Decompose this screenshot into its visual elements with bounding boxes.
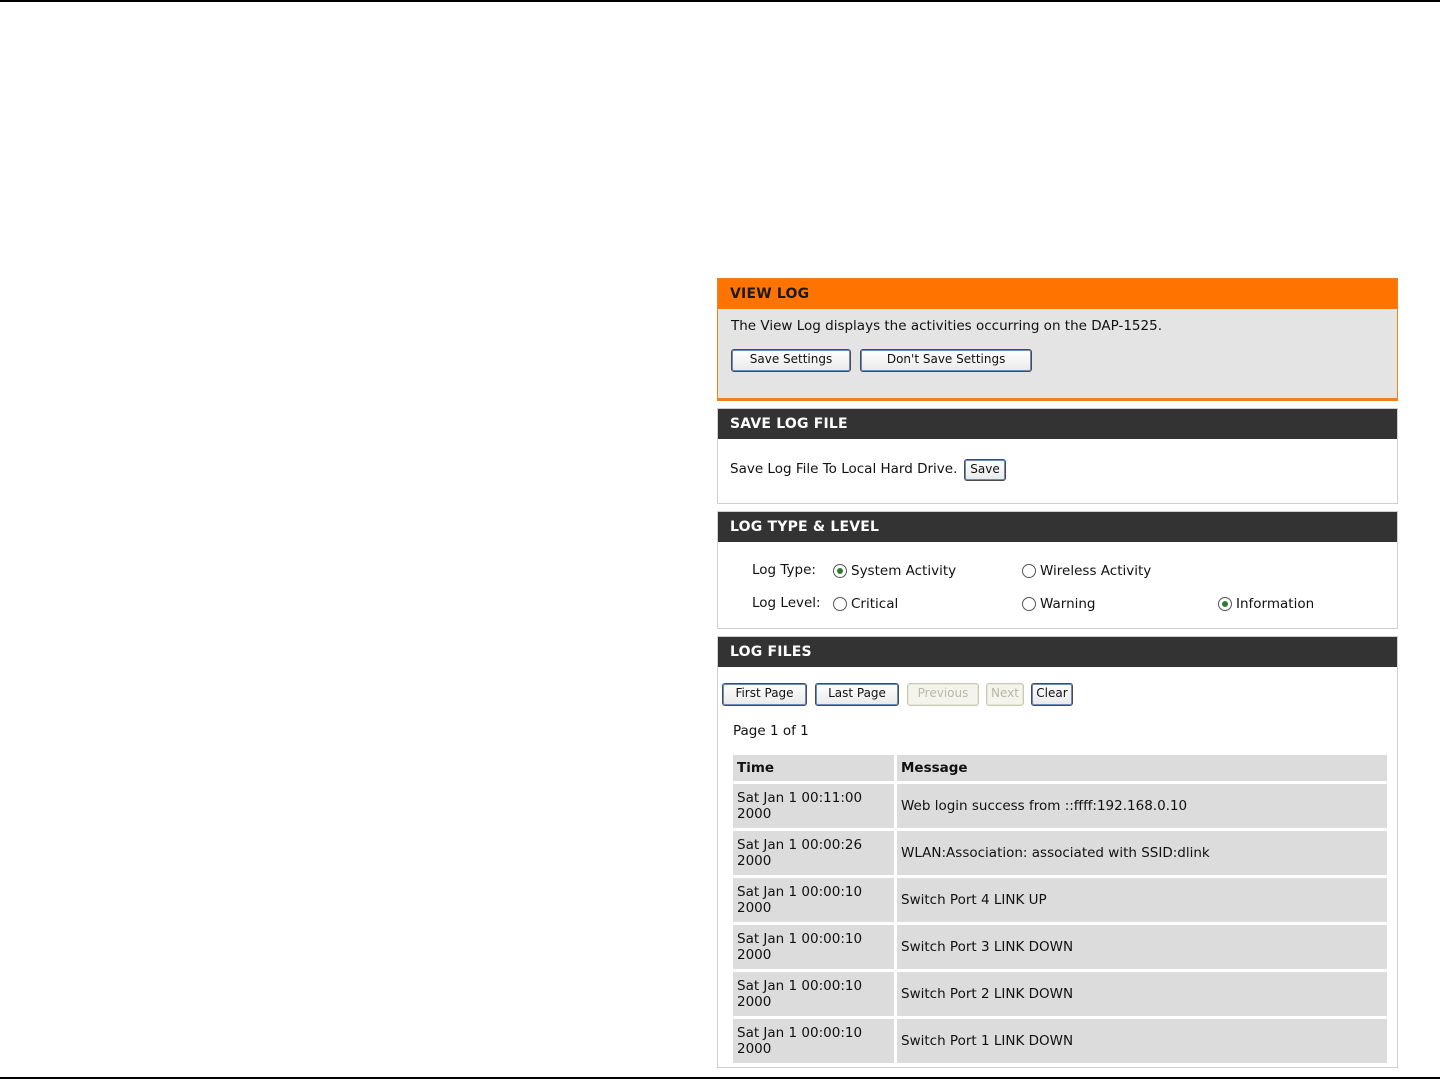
save-settings-button[interactable]: Save Settings [731,349,851,372]
save-log-button[interactable]: Save [964,459,1006,481]
radio-wireless-activity[interactable]: Wireless Activity [1022,563,1151,579]
settings-buttons: Save Settings Don't Save Settings [718,334,1397,372]
top-rule [0,0,1440,2]
column-header-message: Message [897,755,1387,781]
previous-button[interactable]: Previous [907,683,979,706]
table-row: Sat Jan 1 00:00:10 2000 Switch Port 1 LIN… [733,1019,1387,1063]
radio-label: Information [1236,596,1315,612]
radio-checked-icon [833,564,847,578]
save-log-file-title: SAVE LOG FILE [718,409,1397,439]
table-row: Sat Jan 1 00:00:10 2000 Switch Port 3 LIN… [733,925,1387,969]
next-button[interactable]: Next [986,683,1024,706]
column-header-time: Time [733,755,894,781]
save-log-file-text: Save Log File To Local Hard Drive. [730,461,958,477]
log-table: Time Message Sat Jan 1 00:11:00 2000 Web … [730,752,1390,1066]
radio-label: System Activity [851,563,957,579]
log-message-cell: Switch Port 1 LINK DOWN [897,1019,1387,1063]
radio-system-activity[interactable]: System Activity [833,563,956,579]
log-type-level-section: LOG TYPE & LEVEL Log Type: Log Level: Sy… [717,511,1398,629]
log-time-cell: Sat Jan 1 00:00:10 2000 [733,878,894,922]
log-message-cell: Web login success from ::ffff:192.168.0.… [897,784,1387,828]
table-header-row: Time Message [733,755,1387,781]
first-page-button[interactable]: First Page [722,683,807,706]
log-level-label: Log Level: [752,595,821,611]
log-time-cell: Sat Jan 1 00:11:00 2000 [733,784,894,828]
log-message-cell: Switch Port 4 LINK UP [897,878,1387,922]
view-log-section: VIEW LOG The View Log displays the activ… [717,278,1398,401]
table-row: Sat Jan 1 00:00:10 2000 Switch Port 4 LIN… [733,878,1387,922]
radio-label: Wireless Activity [1040,563,1152,579]
log-message-cell: Switch Port 2 LINK DOWN [897,972,1387,1016]
clear-button[interactable]: Clear [1031,683,1073,706]
radio-unchecked-icon [1022,564,1036,578]
log-time-cell: Sat Jan 1 00:00:10 2000 [733,972,894,1016]
radio-warning[interactable]: Warning [1022,596,1096,612]
page-info: Page 1 of 1 [733,723,809,739]
pagination-buttons: First Page Last Page Previous Next Clear [722,683,1073,706]
table-row: Sat Jan 1 00:00:10 2000 Switch Port 2 LIN… [733,972,1387,1016]
radio-information[interactable]: Information [1218,596,1314,612]
log-time-cell: Sat Jan 1 00:00:10 2000 [733,1019,894,1063]
log-panel: VIEW LOG The View Log displays the activ… [717,278,1398,1068]
table-row: Sat Jan 1 00:00:26 2000 WLAN:Association:… [733,831,1387,875]
view-log-title: VIEW LOG [718,279,1397,309]
radio-unchecked-icon [1022,597,1036,611]
radio-label: Warning [1040,596,1096,612]
dont-save-settings-button[interactable]: Don't Save Settings [860,349,1033,372]
log-time-cell: Sat Jan 1 00:00:10 2000 [733,925,894,969]
radio-label: Critical [851,596,899,612]
table-row: Sat Jan 1 00:11:00 2000 Web login success… [733,784,1387,828]
log-time-cell: Sat Jan 1 00:00:26 2000 [733,831,894,875]
radio-unchecked-icon [833,597,847,611]
view-log-description: The View Log displays the activities occ… [731,318,1162,334]
last-page-button[interactable]: Last Page [815,683,899,706]
save-log-file-section: SAVE LOG FILE Save Log File To Local Har… [717,408,1398,504]
radio-critical[interactable]: Critical [833,596,898,612]
bottom-rule [0,1077,1440,1079]
radio-checked-icon [1218,597,1232,611]
log-files-section: LOG FILES First Page Last Page Previous … [717,636,1398,1068]
log-message-cell: WLAN:Association: associated with SSID:d… [897,831,1387,875]
log-message-cell: Switch Port 3 LINK DOWN [897,925,1387,969]
log-type-label: Log Type: [752,562,816,578]
log-files-title: LOG FILES [718,637,1397,667]
log-type-level-title: LOG TYPE & LEVEL [718,512,1397,542]
